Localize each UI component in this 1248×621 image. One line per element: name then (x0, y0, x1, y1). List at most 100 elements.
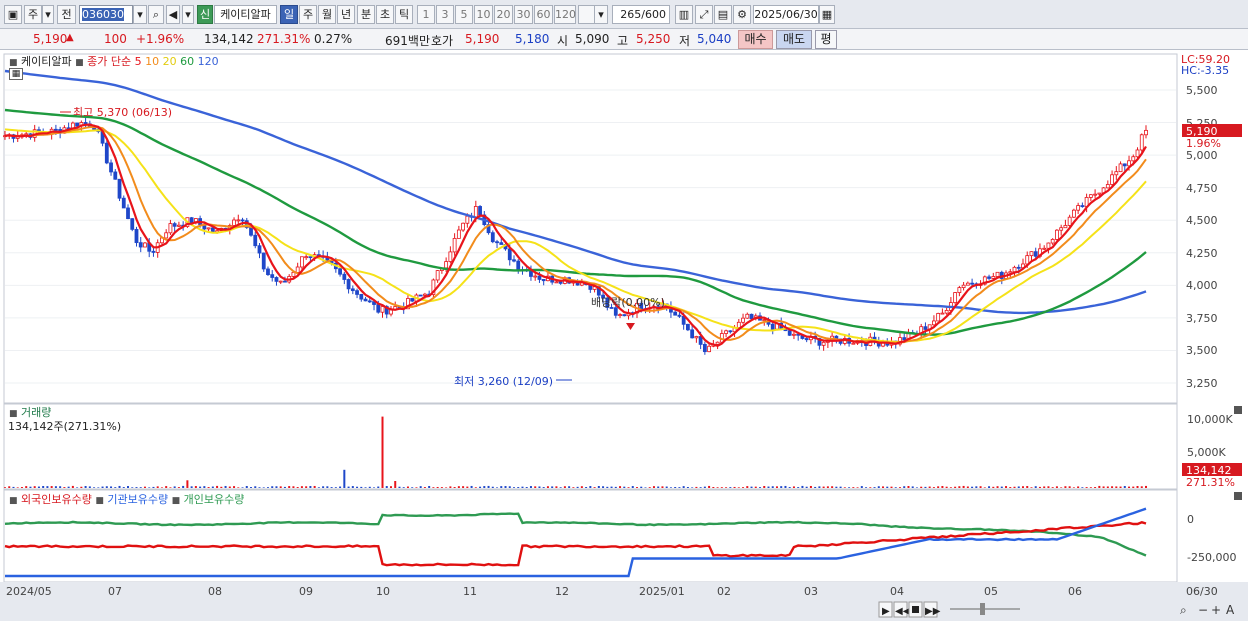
volume-bar (432, 487, 435, 488)
volume-bar (703, 486, 706, 488)
calendar-icon[interactable]: ▦ (819, 5, 835, 24)
interval-60[interactable]: 60 (534, 5, 553, 24)
date-field[interactable]: 2025/06/30 (753, 5, 819, 24)
volume-bar (29, 486, 32, 488)
all-button[interactable]: 전 (57, 5, 76, 24)
legend-institution-holding[interactable]: 기관보유수량 (107, 493, 168, 506)
code-dropdown-icon[interactable]: ▾ (133, 5, 147, 24)
legend-individual-holding[interactable]: 개인보유수량 (184, 493, 245, 506)
period-second[interactable]: 초 (376, 5, 394, 24)
volume-bar (80, 486, 83, 488)
candle-body (1088, 194, 1093, 198)
type-dropdown-icon[interactable]: ▾ (42, 5, 54, 24)
speaker-icon[interactable]: ◀ (166, 5, 180, 24)
candle-body (512, 259, 516, 262)
gear-icon[interactable]: ⚙ (733, 5, 751, 24)
interval-120[interactable]: 120 (554, 5, 576, 24)
legend-bullet-icon: ■ (75, 58, 84, 68)
candle-body (1139, 134, 1144, 151)
volume-bar (966, 486, 969, 488)
speaker-dropdown-icon[interactable]: ▾ (182, 5, 194, 24)
volume-bar (1119, 486, 1122, 488)
window-menu-icon[interactable]: ▣ (4, 5, 22, 24)
zoom-icon[interactable]: ⌕ (1180, 603, 1187, 617)
zoom-in-icon[interactable]: + (1211, 603, 1221, 617)
candle-body (240, 219, 245, 222)
zoom-slider-handle[interactable] (980, 603, 985, 615)
candle-body (206, 227, 211, 230)
candle-type-icon[interactable]: ▥ (675, 5, 693, 24)
type-select[interactable]: 주 (24, 5, 42, 24)
volume-bar (835, 486, 838, 488)
volume-bar (805, 486, 808, 488)
candle-body (380, 306, 385, 313)
candle-body (291, 271, 296, 277)
x-label-10: 10 (376, 585, 390, 598)
buy-button[interactable]: 매수 (738, 30, 773, 49)
candle-body (338, 268, 342, 275)
period-minute[interactable]: 분 (357, 5, 375, 24)
chart-area[interactable]: 5,500 5,250 5,000 4,750 4,500 4,250 4,00… (0, 50, 1248, 621)
period-tick[interactable]: 틱 (395, 5, 413, 24)
volume-bar (1132, 486, 1135, 488)
bar-count-field[interactable]: 265/600 (612, 5, 670, 24)
volume-bar (160, 487, 163, 488)
price-tick-3750: 3,750 (1186, 312, 1218, 325)
volume-bar (25, 486, 28, 488)
period-month[interactable]: 월 (318, 5, 336, 24)
save-icon[interactable]: ▤ (714, 5, 732, 24)
volume-bar (76, 487, 79, 488)
period-year[interactable]: 년 (337, 5, 355, 24)
custom-interval-dropdown-icon[interactable]: ▾ (594, 5, 608, 24)
auto-scale-icon[interactable]: A (1226, 603, 1235, 617)
volume-bar (678, 487, 681, 488)
period-month-label: 월 (321, 8, 333, 21)
stock-code-input[interactable]: 036030 (79, 5, 133, 24)
new-badge: 신 (197, 5, 213, 24)
zoom-out-icon[interactable]: − (1198, 603, 1208, 617)
volume-bar (767, 486, 770, 488)
volume-bar (1038, 486, 1041, 488)
price-tick-3500: 3,500 (1186, 344, 1218, 357)
legend-ma-label[interactable]: 종가 단순 (87, 55, 131, 68)
legend-foreign-holding[interactable]: 외국인보유수량 (21, 493, 92, 506)
interval-3[interactable]: 3 (436, 5, 454, 24)
volume-bar (322, 486, 325, 488)
volume-bar (754, 486, 757, 488)
volume-bar (199, 486, 202, 488)
stock-name-field: 케이티알파 (214, 5, 277, 24)
interval-10[interactable]: 10 (474, 5, 493, 24)
candle-body (741, 317, 745, 323)
period-day[interactable]: 일 (280, 5, 298, 24)
candle-body (367, 300, 372, 303)
search-icon[interactable]: ⌕ (148, 5, 164, 24)
volume-bar (385, 486, 388, 488)
sell-button[interactable]: 매도 (776, 30, 812, 49)
volume-bar (576, 486, 579, 488)
interval-5[interactable]: 5 (455, 5, 473, 24)
volume-bar (699, 487, 702, 488)
legend-stock-name[interactable]: 케이티알파 (21, 55, 72, 68)
flat-button[interactable]: 평 (815, 30, 837, 49)
candle-body (53, 128, 58, 131)
buy-button-label: 매수 (744, 32, 767, 46)
period-week[interactable]: 주 (299, 5, 317, 24)
volume-panel-close-icon[interactable] (1234, 406, 1242, 414)
indicator-icon[interactable]: ⤢ (695, 5, 713, 24)
candle-body (953, 292, 958, 304)
interval-30[interactable]: 30 (514, 5, 533, 24)
interval-20[interactable]: 20 (494, 5, 513, 24)
all-label: 전 (61, 8, 72, 21)
period-year-label: 년 (340, 8, 352, 21)
high-price: 5,250 (636, 32, 671, 46)
price-tick-4500: 4,500 (1186, 214, 1218, 227)
holding-panel-close-icon[interactable] (1234, 492, 1242, 500)
volume-bar (1064, 486, 1067, 488)
interval-1[interactable]: 1 (417, 5, 435, 24)
table-grid-icon[interactable]: ▦ (9, 68, 23, 80)
volume-bar (1009, 487, 1012, 488)
volume-bar (419, 486, 422, 488)
chart-canvas[interactable]: 5,500 5,250 5,000 4,750 4,500 4,250 4,00… (0, 50, 1248, 621)
candle-body (300, 256, 304, 268)
volume-bar (720, 487, 723, 488)
